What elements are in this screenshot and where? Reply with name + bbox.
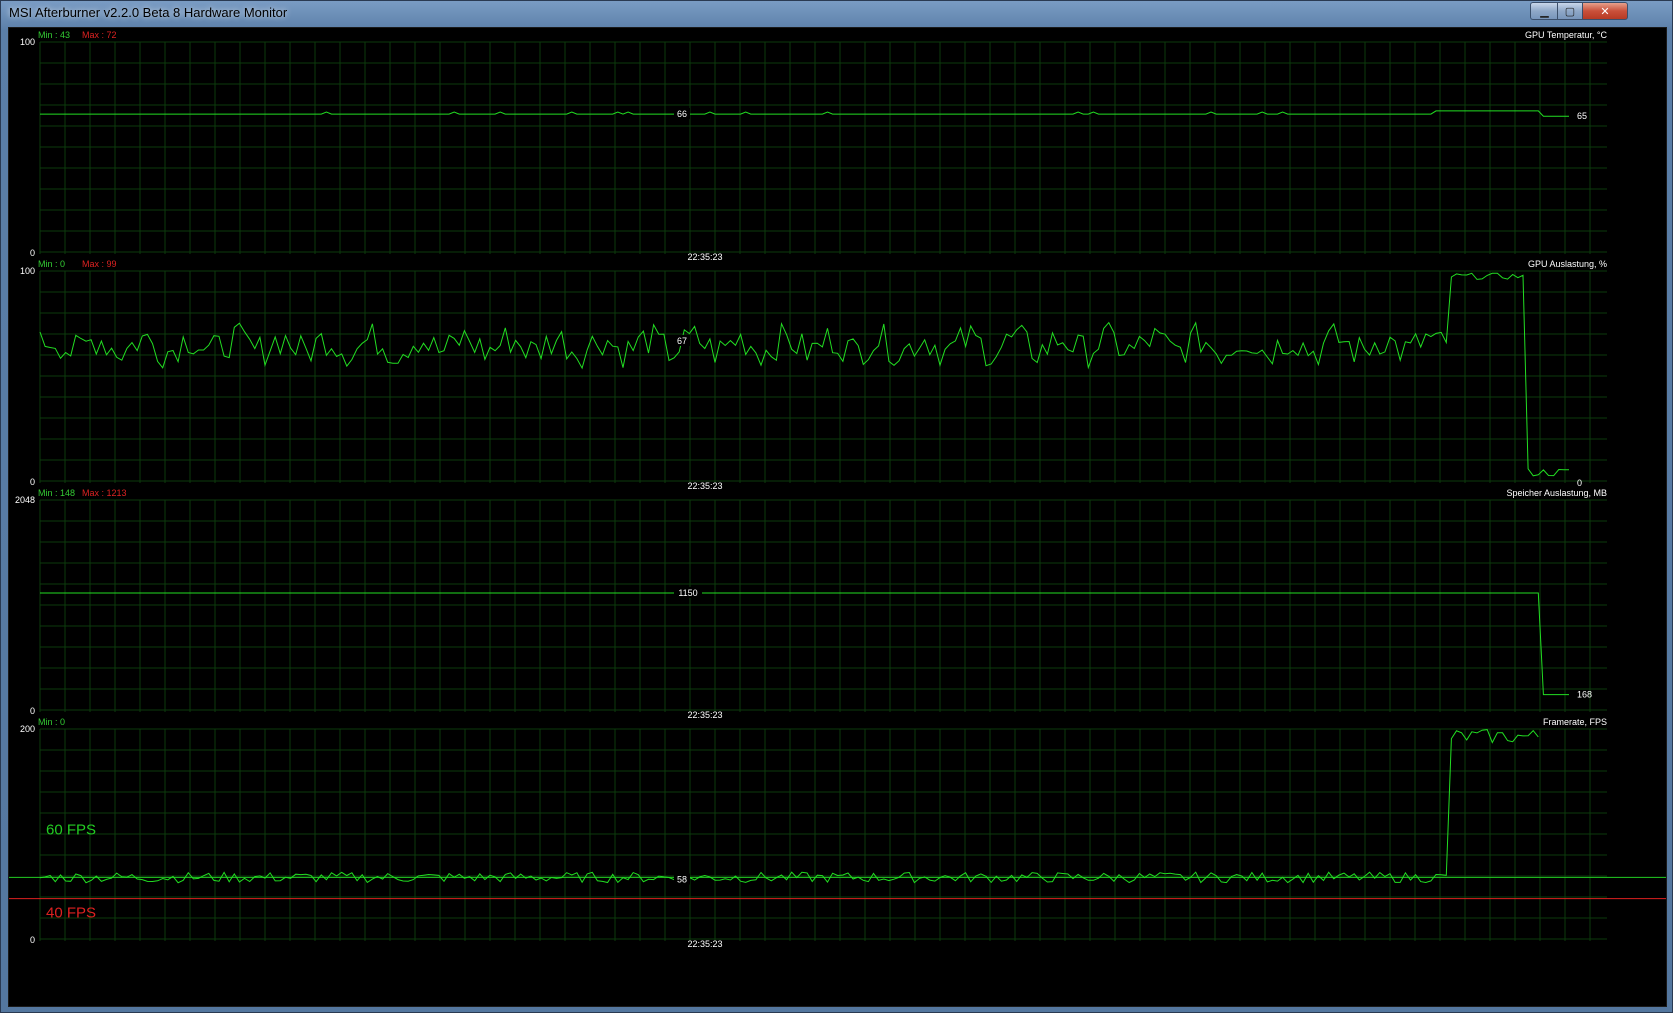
- center-value-label: 67: [677, 336, 687, 346]
- graph-title: GPU Auslastung, %: [1528, 259, 1607, 269]
- minimize-button[interactable]: ▁: [1530, 2, 1558, 20]
- maximize-icon: ▢: [1564, 5, 1576, 18]
- hardware-monitor-graphs: Min : 43 Max : 72 GPU Temperatur, °C 100 0 22…: [9, 30, 1666, 949]
- title-bar[interactable]: MSI Afterburner v2.2.0 Beta 8 Hardware M…: [1, 1, 1672, 27]
- reference-label: 40 FPS: [46, 905, 96, 922]
- y-axis-min-label: 0: [30, 477, 35, 487]
- y-axis-max-label: 2048: [15, 495, 35, 505]
- y-axis-max-label: 200: [20, 724, 35, 734]
- time-label: 22:35:23: [687, 939, 722, 949]
- max-label: Max : 99: [82, 259, 117, 269]
- close-button[interactable]: ✕: [1582, 2, 1628, 20]
- min-label: Min : 43: [38, 30, 70, 40]
- center-value-label: 1150: [678, 588, 697, 598]
- time-label: 22:35:23: [687, 710, 722, 720]
- app-window: MSI Afterburner v2.2.0 Beta 8 Hardware M…: [0, 0, 1673, 1013]
- current-value-label: 0: [1577, 478, 1582, 488]
- max-label: Max : 1213: [82, 488, 127, 498]
- reference-label: 60 FPS: [46, 821, 96, 838]
- current-value-label: 168: [1577, 690, 1592, 700]
- graph-title: GPU Temperatur, °C: [1525, 30, 1607, 40]
- minimize-icon: ▁: [1540, 5, 1549, 18]
- y-axis-min-label: 0: [30, 248, 35, 258]
- min-label: Min : 0: [38, 259, 65, 269]
- y-axis-min-label: 0: [30, 935, 35, 945]
- y-axis-min-label: 0: [30, 706, 35, 716]
- graph-title: Speicher Auslastung, MB: [1506, 488, 1607, 498]
- min-label: Min : 148: [38, 488, 75, 498]
- maximize-button[interactable]: ▢: [1557, 2, 1583, 20]
- graph-title: Framerate, FPS: [1543, 717, 1607, 727]
- max-label: Max : 72: [82, 30, 117, 40]
- min-label: Min : 0: [38, 717, 65, 727]
- window-title: MSI Afterburner v2.2.0 Beta 8 Hardware M…: [9, 5, 288, 20]
- y-axis-max-label: 100: [20, 266, 35, 276]
- current-value-label: 65: [1577, 111, 1587, 121]
- monitor-panel: Min : 43 Max : 72 GPU Temperatur, °C 100 0 22…: [8, 27, 1667, 1007]
- close-icon: ✕: [1600, 5, 1610, 18]
- time-label: 22:35:23: [687, 252, 722, 262]
- time-label: 22:35:23: [687, 481, 722, 491]
- y-axis-max-label: 100: [20, 37, 35, 47]
- center-value-label: 66: [677, 109, 687, 119]
- center-value-label: 58: [677, 875, 687, 885]
